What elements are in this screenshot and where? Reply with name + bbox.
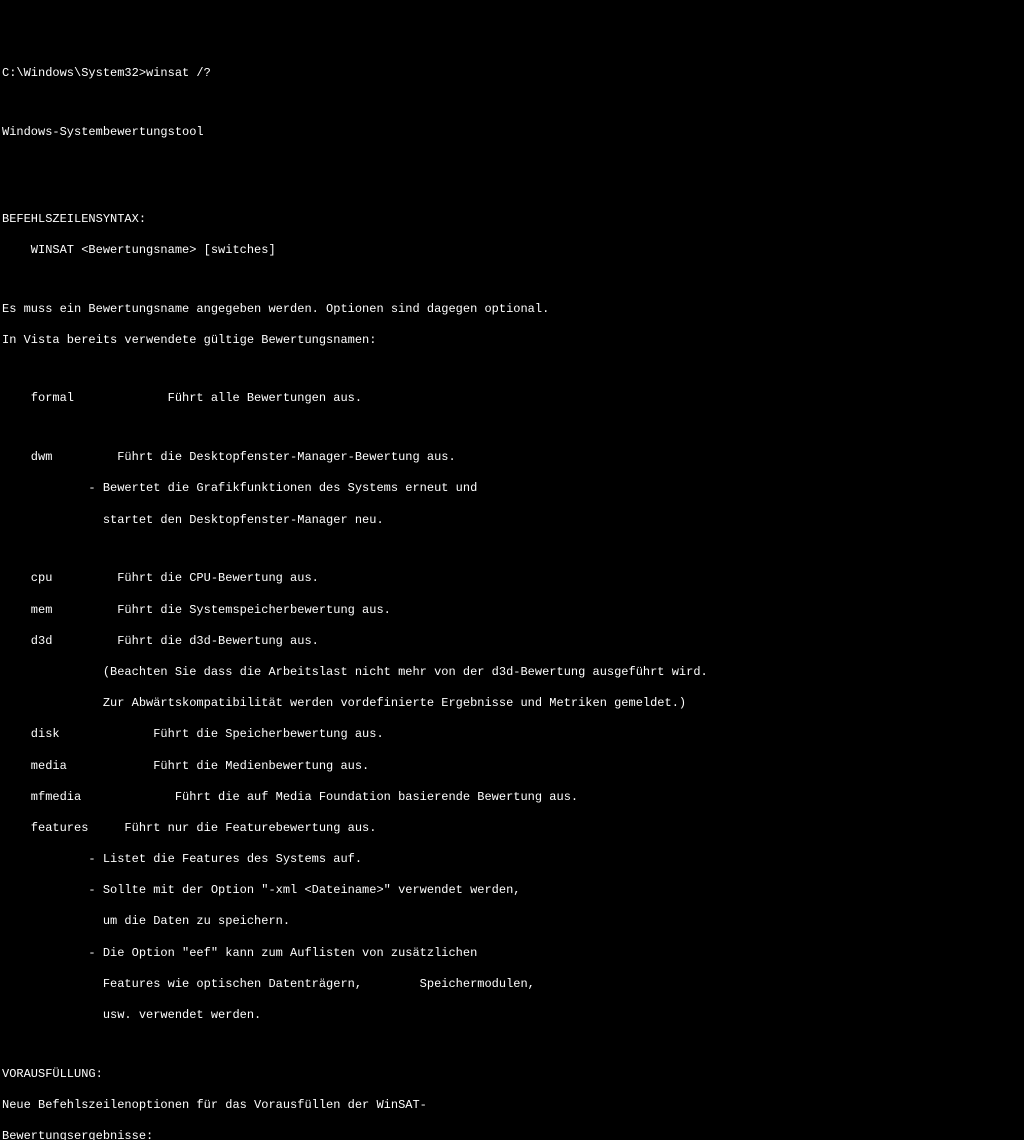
assessment-features-desc: - Listet die Features des Systems auf. — [2, 852, 1024, 868]
syntax-usage: WINSAT <Bewertungsname> [switches] — [2, 243, 1024, 259]
requirement-text: In Vista bereits verwendete gültige Bewe… — [2, 333, 1024, 349]
assessment-d3d-desc: (Beachten Sie dass die Arbeitslast nicht… — [2, 665, 1024, 681]
assessment-features-desc: Features wie optischen Datenträgern, Spe… — [2, 977, 1024, 993]
assessment-dwm-desc: - Bewertet die Grafikfunktionen des Syst… — [2, 481, 1024, 497]
terminal-line — [2, 544, 1024, 556]
terminal-prompt: C:\Windows\System32>winsat /? — [2, 66, 1024, 82]
assessment-features-desc: usw. verwendet werden. — [2, 1008, 1024, 1024]
assessment-mfmedia: mfmedia Führt die auf Media Foundation b… — [2, 790, 1024, 806]
terminal-line — [2, 364, 1024, 376]
assessment-mem: mem Führt die Systemspeicherbewertung au… — [2, 603, 1024, 619]
requirement-text: Es muss ein Bewertungsname angegeben wer… — [2, 302, 1024, 318]
terminal-line — [2, 274, 1024, 286]
assessment-formal: formal Führt alle Bewertungen aus. — [2, 391, 1024, 407]
assessment-features: features Führt nur die Featurebewertung … — [2, 821, 1024, 837]
terminal-line — [2, 98, 1024, 110]
assessment-features-desc: - Sollte mit der Option "-xml <Dateiname… — [2, 883, 1024, 899]
assessment-features-desc: - Die Option "eef" kann zum Auflisten vo… — [2, 946, 1024, 962]
assessment-d3d: d3d Führt die d3d-Bewertung aus. — [2, 634, 1024, 650]
terminal-title: Windows-Systembewertungstool — [2, 125, 1024, 141]
assessment-cpu: cpu Führt die CPU-Bewertung aus. — [2, 571, 1024, 587]
assessment-disk: disk Führt die Speicherbewertung aus. — [2, 727, 1024, 743]
assessment-dwm-desc: startet den Desktopfenster-Manager neu. — [2, 513, 1024, 529]
terminal-line — [2, 184, 1024, 196]
syntax-header: BEFEHLSZEILENSYNTAX: — [2, 212, 1024, 228]
prepop-desc: Bewertungsergebnisse: — [2, 1129, 1024, 1140]
assessment-d3d-desc: Zur Abwärtskompatibilität werden vordefi… — [2, 696, 1024, 712]
prepop-header: VORAUSFÜLLUNG: — [2, 1067, 1024, 1083]
assessment-features-desc: um die Daten zu speichern. — [2, 914, 1024, 930]
terminal-line — [2, 156, 1024, 168]
terminal-line — [2, 423, 1024, 435]
assessment-dwm: dwm Führt die Desktopfenster-Manager-Bew… — [2, 450, 1024, 466]
assessment-media: media Führt die Medienbewertung aus. — [2, 759, 1024, 775]
terminal-line — [2, 1039, 1024, 1051]
prepop-desc: Neue Befehlszeilenoptionen für das Vorau… — [2, 1098, 1024, 1114]
